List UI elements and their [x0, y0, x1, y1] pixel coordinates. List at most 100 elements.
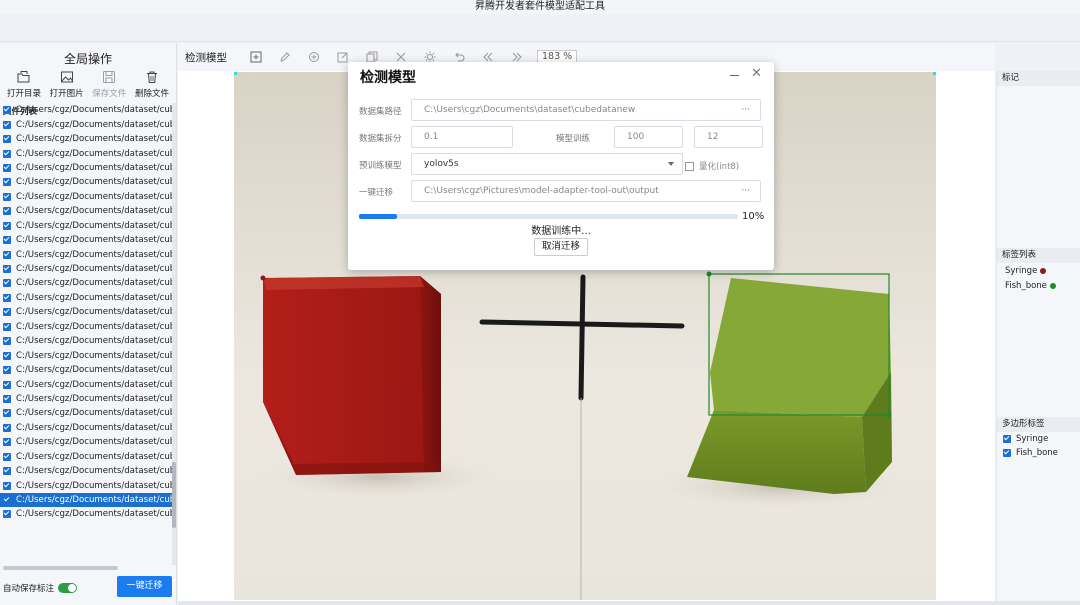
- file-checkbox[interactable]: [3, 279, 11, 288]
- checkbox[interactable]: [685, 161, 694, 171]
- file-checkbox[interactable]: [3, 135, 11, 144]
- file-checkbox[interactable]: [3, 467, 11, 476]
- file-list-item[interactable]: C:/Users/cgz/Documents/dataset/cub: [0, 406, 172, 420]
- file-checkbox[interactable]: [3, 394, 11, 403]
- file-checkbox[interactable]: [3, 322, 11, 331]
- file-path: C:/Users/cgz/Documents/dataset/cub: [16, 278, 172, 289]
- file-list-item[interactable]: C:/Users/cgz/Documents/dataset/cub: [0, 392, 172, 406]
- file-checkbox[interactable]: [3, 380, 11, 389]
- edit-box-icon[interactable]: [337, 51, 349, 63]
- file-checkbox[interactable]: [3, 178, 11, 187]
- quantize-checkbox[interactable]: 量化(int8): [685, 160, 739, 172]
- train-batch-field[interactable]: 12: [694, 126, 763, 148]
- menu-bar: [0, 14, 1080, 42]
- close-icon[interactable]: ✕: [751, 66, 762, 81]
- output-path-field[interactable]: C:\Users\cgz\Pictures\model-adapter-tool…: [411, 180, 761, 202]
- autosave-toggle[interactable]: [58, 583, 78, 593]
- bbox-handle-bottom-right[interactable]: [886, 412, 892, 418]
- file-list-item[interactable]: C:/Users/cgz/Documents/dataset/cub: [0, 464, 172, 478]
- file-list-item[interactable]: C:/Users/cgz/Documents/dataset/cub: [0, 276, 172, 290]
- save-file-button[interactable]: 保存文件: [89, 70, 129, 99]
- file-list-item[interactable]: C:/Users/cgz/Documents/dataset/cub: [0, 233, 172, 247]
- label-item-syringe[interactable]: Syringe: [997, 263, 1080, 278]
- file-checkbox[interactable]: [3, 221, 11, 230]
- file-list-item[interactable]: C:/Users/cgz/Documents/dataset/cub: [0, 175, 172, 189]
- open-image-button[interactable]: 打开图片: [47, 70, 87, 99]
- file-checkbox[interactable]: [3, 192, 11, 201]
- file-checkbox[interactable]: [3, 293, 11, 302]
- file-checkbox[interactable]: [3, 120, 11, 129]
- file-checkbox[interactable]: [3, 149, 11, 158]
- file-checkbox[interactable]: [3, 496, 11, 504]
- file-checkbox[interactable]: [3, 236, 11, 245]
- file-list-item[interactable]: C:/Users/cgz/Documents/dataset/cub: [0, 435, 172, 449]
- checkbox[interactable]: [1003, 435, 1011, 443]
- file-list-item[interactable]: C:/Users/cgz/Documents/dataset/cub: [0, 117, 172, 131]
- file-list-item[interactable]: C:/Users/cgz/Documents/dataset/cub: [0, 219, 172, 233]
- file-list-item[interactable]: C:/Users/cgz/Documents/dataset/cub: [0, 146, 172, 160]
- file-checkbox[interactable]: [3, 337, 11, 346]
- polygon-label-fish-bone[interactable]: Fish_bone: [997, 446, 1080, 460]
- file-checkbox[interactable]: [3, 163, 11, 172]
- file-list-item[interactable]: C:/Users/cgz/Documents/dataset/cub: [0, 478, 172, 492]
- file-list-item[interactable]: C:/Users/cgz/Documents/dataset/cub: [0, 161, 172, 175]
- file-checkbox[interactable]: [3, 510, 11, 519]
- polygon-label-syringe[interactable]: Syringe: [997, 432, 1080, 446]
- file-path: C:/Users/cgz/Documents/dataset/cub: [16, 119, 172, 130]
- file-list-item[interactable]: C:/Users/cgz/Documents/dataset/cub: [0, 132, 172, 146]
- file-checkbox[interactable]: [3, 351, 11, 360]
- checkbox[interactable]: [1003, 449, 1011, 457]
- mode-label[interactable]: 检测模型: [185, 50, 227, 65]
- marks-area: [997, 86, 1080, 248]
- bbox-handle-top-left[interactable]: [706, 271, 712, 277]
- file-checkbox[interactable]: [3, 250, 11, 259]
- file-checkbox[interactable]: [3, 409, 11, 418]
- file-checkbox[interactable]: [3, 452, 11, 461]
- crosshair-icon[interactable]: [308, 51, 320, 63]
- dataset-split-field[interactable]: 0.1: [411, 126, 513, 148]
- file-checkbox[interactable]: [3, 207, 11, 216]
- file-list-scroll-thumb[interactable]: [172, 462, 176, 528]
- file-list-item[interactable]: C:/Users/cgz/Documents/dataset/cub: [0, 291, 172, 305]
- file-list-item[interactable]: C:/Users/cgz/Documents/dataset/cub: [0, 421, 172, 435]
- cancel-migrate-button[interactable]: 取消迁移: [534, 238, 588, 256]
- file-checkbox[interactable]: [3, 106, 11, 115]
- file-list-item[interactable]: C:/Users/cgz/Documents/dataset/cub: [0, 103, 172, 117]
- minimize-icon[interactable]: [730, 75, 739, 76]
- annotation-point[interactable]: [260, 275, 266, 281]
- file-list-item[interactable]: C:/Users/cgz/Documents/dataset/cub: [0, 190, 172, 204]
- file-list-item[interactable]: C:/Users/cgz/Documents/dataset/cub: [0, 247, 172, 261]
- open-directory-button[interactable]: 打开目录: [4, 70, 44, 99]
- file-list-horizontal-scrollbar[interactable]: [3, 566, 118, 570]
- label-item-fish-bone[interactable]: Fish_bone: [997, 278, 1080, 293]
- file-checkbox[interactable]: [3, 423, 11, 432]
- browse-dataset-button[interactable]: ···: [741, 100, 750, 120]
- file-list-item[interactable]: C:/Users/cgz/Documents/dataset/cub: [0, 363, 172, 377]
- file-path: C:/Users/cgz/Documents/dataset/cub: [16, 307, 172, 318]
- file-list-item[interactable]: C:/Users/cgz/Documents/dataset/cub: [0, 507, 172, 521]
- file-path: C:/Users/cgz/Documents/dataset/cub: [16, 235, 172, 246]
- window-title: 昇腾开发者套件模型适配工具: [0, 0, 1080, 14]
- browse-output-button[interactable]: ···: [741, 181, 750, 201]
- file-checkbox[interactable]: [3, 481, 11, 490]
- file-list-item[interactable]: C:/Users/cgz/Documents/dataset/cub: [0, 320, 172, 334]
- file-list-item[interactable]: C:/Users/cgz/Documents/dataset/cub: [0, 377, 172, 391]
- file-list-item[interactable]: C:/Users/cgz/Documents/dataset/cub: [0, 450, 172, 464]
- create-rect-icon[interactable]: [250, 51, 262, 63]
- pretrained-model-select[interactable]: yolov5s: [411, 153, 683, 175]
- dataset-path-field[interactable]: C:\Users\cgz\Documents\dataset\cubedatan…: [411, 99, 761, 121]
- one-click-migrate-button[interactable]: 一键迁移: [117, 576, 172, 597]
- file-list-item[interactable]: C:/Users/cgz/Documents/dataset/cub: [0, 305, 172, 319]
- file-list-item[interactable]: C:/Users/cgz/Documents/dataset/cub: [0, 334, 172, 348]
- delete-file-button[interactable]: 删除文件: [132, 70, 172, 99]
- file-list-item[interactable]: C:/Users/cgz/Documents/dataset/cub: [0, 204, 172, 218]
- file-checkbox[interactable]: [3, 366, 11, 375]
- file-list-item[interactable]: C:/Users/cgz/Documents/dataset/cub: [0, 492, 172, 508]
- edit-pen-icon[interactable]: [279, 51, 291, 63]
- file-checkbox[interactable]: [3, 265, 11, 274]
- file-checkbox[interactable]: [3, 438, 11, 447]
- file-list-item[interactable]: C:/Users/cgz/Documents/dataset/cub: [0, 348, 172, 362]
- train-epochs-field[interactable]: 100: [614, 126, 683, 148]
- file-list-item[interactable]: C:/Users/cgz/Documents/dataset/cub: [0, 262, 172, 276]
- file-checkbox[interactable]: [3, 308, 11, 317]
